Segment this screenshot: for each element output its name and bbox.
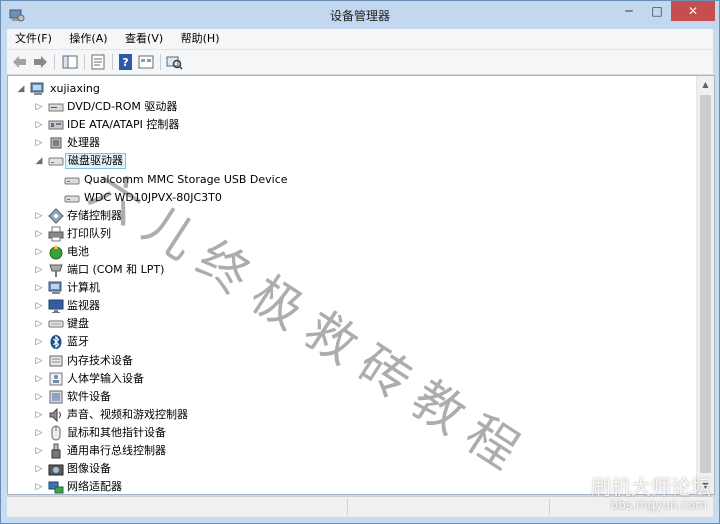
tree-item-label: 内存技术设备: [67, 353, 133, 367]
expand-arrow-icon[interactable]: ▷: [34, 460, 44, 478]
battery-icon: [48, 244, 64, 260]
monitor-icon: [48, 298, 64, 314]
help-icon[interactable]: ?: [117, 53, 135, 71]
minimize-button[interactable]: ─: [615, 1, 643, 21]
expand-arrow-icon[interactable]: ▷: [34, 388, 44, 406]
console-tree-icon[interactable]: [61, 53, 79, 71]
tree-item-label: 通用串行总线控制器: [67, 444, 166, 457]
expand-arrow-icon[interactable]: ▷: [34, 279, 44, 297]
tree-item-label: 图像设备: [67, 462, 111, 476]
tree-item-label: DVD/CD-ROM 驱动器: [67, 100, 178, 114]
port-icon: [48, 262, 64, 278]
software-device-icon: [48, 389, 64, 405]
expand-arrow-icon[interactable]: ▷: [34, 370, 44, 388]
expand-arrow-icon[interactable]: ▷: [34, 225, 44, 243]
collapse-arrow-icon[interactable]: ◢: [16, 80, 26, 98]
view-icon[interactable]: [137, 53, 155, 71]
bluetooth-icon: [48, 334, 64, 350]
expand-arrow-icon[interactable]: ▷: [34, 261, 44, 279]
menu-bar: 文件(F) 操作(A) 查看(V) 帮助(H): [7, 29, 713, 50]
collapse-arrow-icon[interactable]: ◢: [34, 152, 44, 170]
device-tree-pane[interactable]: ◢ xujiaxing ▷ DVD/CD-ROM 驱动器 ▷ IDE ATA/ATAPI …: [7, 75, 715, 495]
tree-item-label: 声音、视频和游戏控制器: [67, 407, 188, 421]
mouse-icon: [48, 425, 64, 441]
tree-item-label: 磁盘驱动器: [65, 153, 126, 170]
network-icon: [48, 479, 64, 494]
expand-arrow-icon[interactable]: ▷: [34, 207, 44, 225]
toolbar-separator: [84, 54, 85, 70]
tree-item-label: 键盘: [67, 317, 89, 331]
tree-item-label: WDC WD10JPVX-80JC3T0: [84, 190, 222, 204]
expand-arrow-icon[interactable]: ▷: [34, 352, 44, 370]
forward-icon[interactable]: [31, 53, 49, 71]
status-cell: [7, 499, 348, 515]
disk-icon: [64, 190, 80, 206]
tree-item-label: 计算机: [67, 281, 100, 295]
expand-arrow-icon[interactable]: ▷: [34, 333, 44, 351]
menu-file[interactable]: 文件(F): [9, 29, 58, 49]
expand-arrow-icon[interactable]: ▷: [34, 424, 44, 442]
back-icon[interactable]: [11, 53, 29, 71]
scan-hardware-icon[interactable]: [165, 53, 183, 71]
window-title: 设备管理器: [329, 9, 390, 23]
dvd-drive-icon: [48, 99, 64, 115]
title-bar[interactable]: 设备管理器 ─ □ ✕: [1, 1, 719, 29]
toolbar-separator: [160, 54, 161, 70]
scroll-thumb[interactable]: [700, 95, 711, 473]
memory-icon: [48, 353, 64, 369]
camera-icon: [48, 461, 64, 477]
toolbar-separator: [54, 54, 55, 70]
tree-item-label: 电池: [67, 244, 89, 258]
printer-icon: [48, 226, 64, 242]
tree-item-label: 人体学输入设备: [67, 371, 144, 385]
tree-item-label: 端口 (COM 和 LPT): [67, 263, 165, 276]
keyboard-icon: [48, 316, 64, 332]
tree-item-label: xujiaxing: [50, 82, 100, 95]
expand-arrow-icon[interactable]: ▷: [34, 134, 44, 152]
maximize-button[interactable]: □: [643, 1, 671, 21]
scroll-down-button[interactable]: ▼: [697, 477, 714, 494]
menu-view[interactable]: 查看(V): [119, 29, 169, 49]
tree-item-label: Qualcomm MMC Storage USB Device: [84, 172, 288, 186]
menu-action[interactable]: 操作(A): [63, 29, 113, 49]
expand-arrow-icon[interactable]: ▷: [34, 116, 44, 134]
expand-arrow-icon[interactable]: ▷: [34, 297, 44, 315]
expand-arrow-icon[interactable]: ▷: [34, 478, 44, 494]
tree-item-label: IDE ATA/ATAPI 控制器: [67, 118, 180, 132]
properties-icon[interactable]: [89, 53, 107, 71]
tree-item-label: 鼠标和其他指针设备: [67, 425, 166, 439]
expand-arrow-icon[interactable]: ▷: [34, 315, 44, 333]
toolbar: ?: [7, 50, 713, 75]
tree-item-label: 存储控制器: [67, 208, 122, 222]
expand-arrow-icon[interactable]: ▷: [34, 243, 44, 261]
expand-arrow-icon[interactable]: ▷: [34, 98, 44, 116]
disk-icon: [64, 172, 80, 188]
vertical-scrollbar[interactable]: ▲ ▼: [696, 76, 714, 494]
status-bar: [7, 496, 713, 517]
tree-item-label: 监视器: [67, 299, 100, 313]
tree-item-label: 网络适配器: [67, 480, 122, 494]
hid-icon: [48, 371, 64, 387]
ide-controller-icon: [48, 117, 64, 133]
device-manager-window: 设备管理器 ─ □ ✕ 文件(F) 操作(A) 查看(V) 帮助(H) ? ◢ …: [0, 0, 720, 524]
status-cell: [349, 499, 550, 515]
computer-icon: [48, 280, 64, 296]
menu-help[interactable]: 帮助(H): [175, 29, 226, 49]
expand-arrow-icon[interactable]: ▷: [34, 406, 44, 424]
expand-arrow-icon[interactable]: ▷: [34, 442, 44, 460]
tree-item-label: 处理器: [67, 136, 100, 150]
storage-controller-icon: [48, 207, 64, 224]
tree-item-label: 打印队列: [67, 226, 111, 240]
tree-item-label: 软件设备: [67, 389, 111, 403]
scroll-up-button[interactable]: ▲: [697, 76, 714, 93]
toolbar-separator: [112, 54, 113, 70]
processor-icon: [48, 135, 64, 151]
disk-drive-icon: [48, 153, 64, 169]
close-button[interactable]: ✕: [671, 1, 715, 21]
usb-icon: [48, 443, 64, 459]
tree-item-label: 蓝牙: [67, 335, 89, 349]
computer-icon: [30, 81, 46, 97]
sound-icon: [48, 407, 64, 423]
svg-text:?: ?: [122, 56, 128, 69]
